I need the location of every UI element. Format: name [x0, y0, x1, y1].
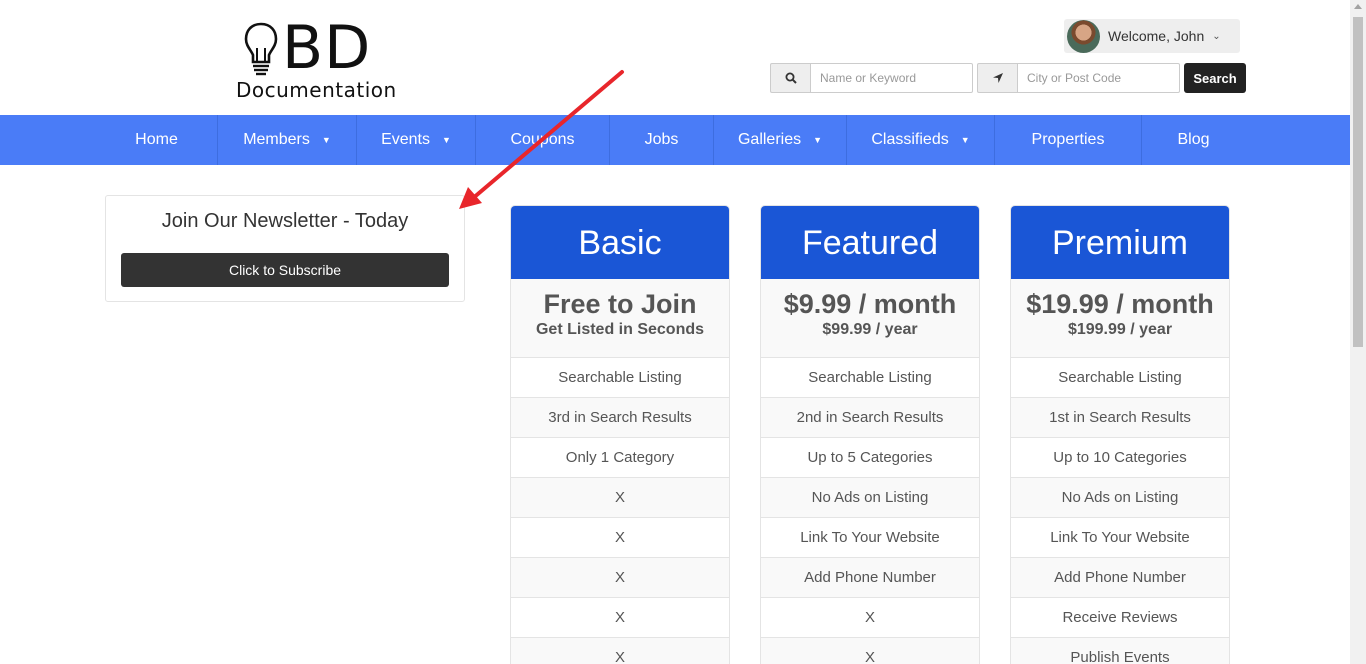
nav-item-label: Galleries: [737, 131, 802, 148]
nav-item-properties[interactable]: Properties: [995, 115, 1142, 165]
caret-down-icon: ▼: [813, 135, 823, 145]
plan-feature: Add Phone Number: [1011, 558, 1229, 598]
plan-feature-list: Searchable Listing 1st in Search Results U…: [1011, 358, 1229, 664]
nav-item-coupons[interactable]: Coupons: [476, 115, 610, 165]
search-icon: [770, 63, 810, 93]
plan-name: Premium: [1011, 206, 1229, 279]
subscribe-button[interactable]: Click to Subscribe: [121, 253, 449, 287]
plan-feature: Searchable Listing: [1011, 358, 1229, 398]
plan-price-box: Free to Join Get Listed in Seconds: [511, 279, 729, 358]
caret-down-icon: ▼: [960, 135, 970, 145]
plan-feature: Up to 5 Categories: [761, 438, 979, 478]
lightbulb-icon: [244, 22, 278, 76]
nav-item-label: Events: [381, 131, 430, 148]
plan-feature: No Ads on Listing: [1011, 478, 1229, 518]
plan-feature-list: Searchable Listing 3rd in Search Results O…: [511, 358, 729, 664]
plan-price: Free to Join: [543, 289, 697, 319]
plan-feature: Receive Reviews: [1011, 598, 1229, 638]
nav-item-label: Coupons: [510, 131, 575, 148]
plan-name: Basic: [511, 206, 729, 279]
plan-feature: X: [511, 638, 729, 664]
chevron-down-icon: ⌄: [1212, 30, 1221, 42]
site-header: BD Documentation Welcome, John ⌄ Search: [0, 0, 1350, 115]
caret-down-icon: ▼: [321, 135, 331, 145]
welcome-label: Welcome, John: [1108, 28, 1205, 44]
plan-premium: Premium $19.99 / month $199.99 / year Searc…: [1010, 205, 1230, 664]
plan-feature: Searchable Listing: [511, 358, 729, 398]
plan-featured: Featured $9.99 / month $99.99 / year Search…: [760, 205, 980, 664]
plan-feature: X: [761, 638, 979, 664]
page-scrollbar[interactable]: [1350, 0, 1366, 664]
plan-feature-list: Searchable Listing 2nd in Search Results U…: [761, 358, 979, 664]
plan-price-box: $9.99 / month $99.99 / year: [761, 279, 979, 358]
plan-price: $19.99 / month: [1026, 289, 1214, 319]
plan-basic: Basic Free to Join Get Listed in Seconds Se…: [510, 205, 730, 664]
plan-feature: Link To Your Website: [761, 518, 979, 558]
scroll-thumb[interactable]: [1353, 17, 1363, 347]
nav-list: Home Members ▼ Events ▼ Coupons Jobs Galleries ▼…: [96, 115, 1245, 165]
plan-feature: 3rd in Search Results: [511, 398, 729, 438]
nav-item-events[interactable]: Events ▼: [357, 115, 476, 165]
search-button[interactable]: Search: [1184, 63, 1246, 93]
plan-feature: Only 1 Category: [511, 438, 729, 478]
plan-feature: X: [511, 558, 729, 598]
search-bar: Search: [770, 63, 1246, 93]
plan-feature: X: [511, 598, 729, 638]
nav-item-label: Members: [243, 131, 310, 148]
plan-feature: Publish Events: [1011, 638, 1229, 664]
scroll-up-icon[interactable]: [1354, 4, 1362, 9]
nav-item-label: Home: [135, 131, 178, 148]
plan-feature: 2nd in Search Results: [761, 398, 979, 438]
nav-item-label: Blog: [1177, 131, 1210, 148]
location-arrow-icon: [977, 63, 1017, 93]
plan-price: $9.99 / month: [783, 289, 957, 319]
plan-name: Featured: [761, 206, 979, 279]
keyword-input[interactable]: [810, 63, 973, 93]
main-nav: Home Members ▼ Events ▼ Coupons Jobs Galleries ▼…: [0, 115, 1350, 165]
plan-price-box: $19.99 / month $199.99 / year: [1011, 279, 1229, 358]
nav-item-jobs[interactable]: Jobs: [610, 115, 714, 165]
plan-feature: X: [761, 598, 979, 638]
plan-subprice: $199.99 / year: [1067, 321, 1173, 338]
newsletter-widget: Join Our Newsletter - Today Click to Sub…: [105, 195, 465, 302]
user-menu[interactable]: Welcome, John ⌄: [1064, 19, 1240, 53]
site-logo[interactable]: BD Documentation: [236, 16, 406, 102]
caret-down-icon: ▼: [442, 135, 451, 145]
newsletter-title: Join Our Newsletter - Today: [161, 210, 409, 232]
plan-feature: X: [511, 518, 729, 558]
nav-item-blog[interactable]: Blog: [1142, 115, 1245, 165]
plan-feature: X: [511, 478, 729, 518]
nav-item-classifieds[interactable]: Classifieds ▼: [847, 115, 995, 165]
plan-feature: Up to 10 Categories: [1011, 438, 1229, 478]
plan-feature: No Ads on Listing: [761, 478, 979, 518]
plan-feature: Searchable Listing: [761, 358, 979, 398]
nav-item-galleries[interactable]: Galleries ▼: [714, 115, 847, 165]
plan-feature: Add Phone Number: [761, 558, 979, 598]
plan-subprice: Get Listed in Seconds: [535, 321, 705, 338]
nav-item-label: Classifieds: [871, 131, 949, 148]
nav-item-label: Properties: [1031, 131, 1105, 148]
nav-item-home[interactable]: Home: [96, 115, 218, 165]
nav-item-label: Jobs: [644, 131, 679, 148]
logo-text: BD: [282, 13, 372, 83]
avatar: [1067, 19, 1100, 53]
logo-subtext: Documentation: [236, 78, 397, 102]
plan-feature: 1st in Search Results: [1011, 398, 1229, 438]
location-input[interactable]: [1017, 63, 1180, 93]
nav-item-members[interactable]: Members ▼: [218, 115, 357, 165]
plan-subprice: $99.99 / year: [822, 321, 918, 338]
plan-feature: Link To Your Website: [1011, 518, 1229, 558]
